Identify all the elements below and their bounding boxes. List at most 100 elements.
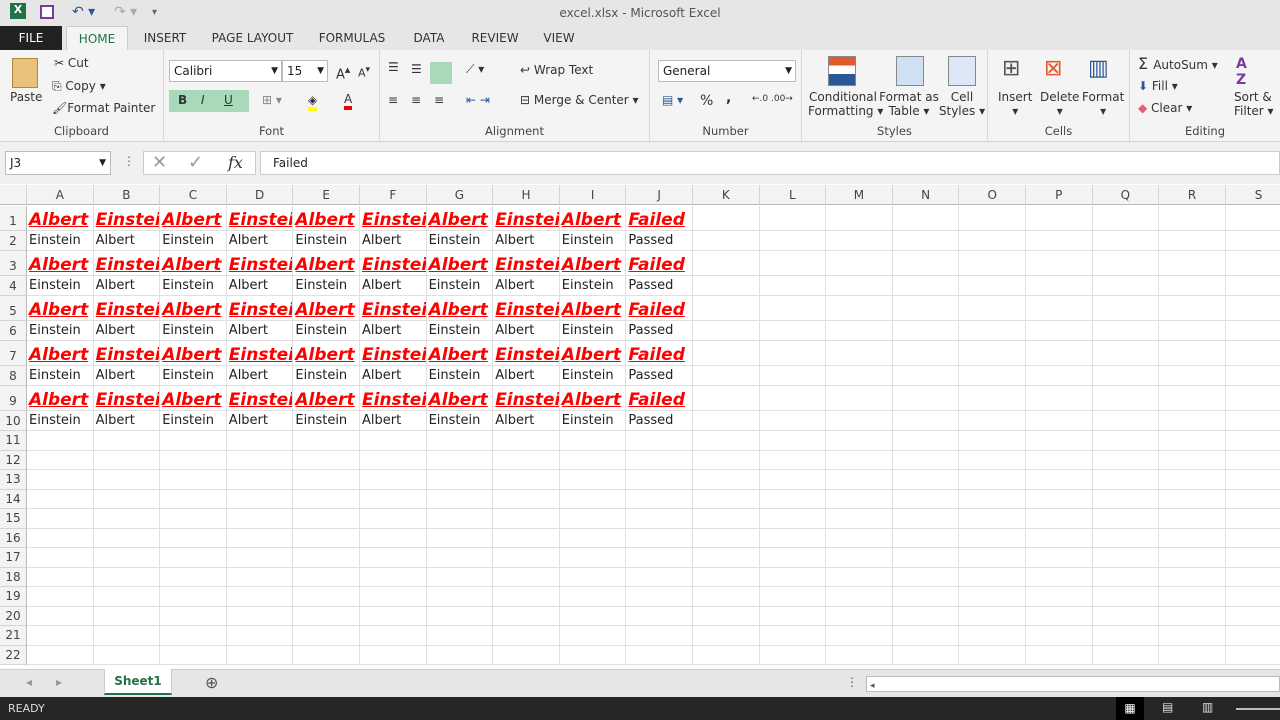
cell-Q13[interactable] bbox=[1092, 470, 1160, 490]
cell-B15[interactable] bbox=[93, 509, 161, 529]
cell-S14[interactable] bbox=[1225, 490, 1280, 509]
cell-C15[interactable] bbox=[160, 509, 227, 529]
cell-Q17[interactable] bbox=[1092, 548, 1160, 568]
sheet-tab-sheet1[interactable]: Sheet1 bbox=[104, 669, 172, 695]
cell-D12[interactable] bbox=[226, 450, 294, 470]
cell-N7[interactable] bbox=[892, 341, 960, 366]
indent-icons[interactable]: ⇤ ⇥ bbox=[466, 93, 490, 107]
cell-R17[interactable] bbox=[1159, 548, 1226, 568]
cell-O4[interactable] bbox=[959, 276, 1026, 296]
cell-G7[interactable]: Albert bbox=[426, 341, 494, 366]
cell-Q19[interactable] bbox=[1092, 587, 1160, 607]
cell-E1[interactable]: Albert bbox=[293, 206, 360, 231]
row-header-14[interactable]: 14 bbox=[0, 489, 27, 509]
cell-M22[interactable] bbox=[826, 645, 893, 665]
cell-A8[interactable]: Einstein bbox=[27, 366, 94, 386]
cell-K12[interactable] bbox=[693, 450, 760, 470]
cell-F16[interactable] bbox=[360, 528, 427, 548]
cell-P12[interactable] bbox=[1026, 450, 1093, 470]
cell-N8[interactable] bbox=[892, 366, 960, 386]
number-format-select[interactable]: General ▼ bbox=[658, 60, 796, 82]
cell-C19[interactable] bbox=[160, 587, 227, 607]
row-header-9[interactable]: 9 bbox=[0, 386, 27, 411]
cell-E14[interactable] bbox=[293, 489, 360, 509]
cell-K9[interactable] bbox=[693, 386, 760, 411]
cell-A1[interactable]: Albert bbox=[27, 206, 94, 231]
cell-P2[interactable] bbox=[1026, 231, 1093, 251]
cell-D7[interactable]: Einstein bbox=[226, 341, 294, 366]
format-button[interactable]: Format ▾ bbox=[1082, 90, 1124, 118]
cell-C6[interactable]: Einstein bbox=[160, 321, 227, 341]
cell-D15[interactable] bbox=[226, 509, 294, 529]
row-header-3[interactable]: 3 bbox=[0, 251, 27, 276]
cell-L22[interactable] bbox=[759, 645, 827, 665]
cell-O19[interactable] bbox=[959, 587, 1026, 607]
cell-C11[interactable] bbox=[160, 431, 227, 451]
cell-N5[interactable] bbox=[892, 296, 960, 321]
cell-F12[interactable] bbox=[360, 450, 427, 470]
italic-button[interactable]: I bbox=[201, 93, 205, 107]
cell-O3[interactable] bbox=[959, 251, 1026, 276]
cell-H16[interactable] bbox=[493, 528, 560, 548]
cell-J1[interactable]: Failed bbox=[626, 206, 693, 231]
cell-L15[interactable] bbox=[759, 509, 827, 529]
cell-I13[interactable] bbox=[559, 470, 627, 490]
cell-A14[interactable] bbox=[27, 489, 94, 509]
cell-F14[interactable] bbox=[360, 489, 427, 509]
cell-M19[interactable] bbox=[826, 587, 893, 607]
cell-K19[interactable] bbox=[693, 587, 760, 607]
cell-A22[interactable] bbox=[27, 645, 94, 665]
cell-O2[interactable] bbox=[959, 231, 1026, 251]
cell-Q5[interactable] bbox=[1092, 296, 1160, 321]
cell-L7[interactable] bbox=[759, 341, 827, 366]
cell-H1[interactable]: Einstein bbox=[493, 206, 560, 231]
cell-B7[interactable]: Einstein bbox=[93, 341, 161, 366]
cell-D16[interactable] bbox=[226, 528, 294, 548]
column-header-B[interactable]: B bbox=[93, 185, 161, 205]
cell-O18[interactable] bbox=[959, 567, 1026, 587]
cell-R10[interactable] bbox=[1159, 411, 1226, 431]
cell-R4[interactable] bbox=[1159, 276, 1226, 296]
normal-view-icon[interactable]: ▦ bbox=[1116, 697, 1144, 720]
cell-A3[interactable]: Albert bbox=[27, 251, 94, 276]
cell-L16[interactable] bbox=[759, 528, 827, 548]
cell-J19[interactable] bbox=[626, 587, 693, 607]
cell-E10[interactable]: Einstein bbox=[293, 411, 360, 431]
cell-F22[interactable] bbox=[360, 645, 427, 665]
cell-I6[interactable]: Einstein bbox=[559, 321, 627, 341]
cell-A18[interactable] bbox=[27, 567, 94, 587]
cell-C8[interactable]: Einstein bbox=[160, 366, 227, 386]
cell-S3[interactable] bbox=[1225, 251, 1280, 276]
cell-J20[interactable] bbox=[626, 606, 693, 626]
cell-J15[interactable] bbox=[626, 509, 693, 529]
cell-H2[interactable]: Albert bbox=[493, 231, 560, 251]
cell-L5[interactable] bbox=[759, 296, 827, 321]
cell-R16[interactable] bbox=[1159, 528, 1226, 548]
cell-H21[interactable] bbox=[493, 626, 560, 646]
cell-N9[interactable] bbox=[892, 386, 960, 411]
cell-C2[interactable]: Einstein bbox=[160, 231, 227, 251]
cell-S10[interactable] bbox=[1225, 411, 1280, 431]
cell-S15[interactable] bbox=[1225, 509, 1280, 529]
insert-function-icon[interactable]: fx bbox=[228, 153, 243, 172]
cell-M11[interactable] bbox=[826, 431, 893, 451]
cell-F2[interactable]: Albert bbox=[360, 231, 427, 251]
column-header-S[interactable]: S bbox=[1225, 185, 1280, 205]
cell-G13[interactable] bbox=[426, 470, 494, 490]
cell-I5[interactable]: Albert bbox=[559, 296, 627, 321]
cell-H22[interactable] bbox=[493, 645, 560, 665]
cell-E8[interactable]: Einstein bbox=[293, 366, 360, 386]
cell-I4[interactable]: Einstein bbox=[559, 276, 627, 296]
cell-D1[interactable]: Einstein bbox=[226, 206, 294, 231]
cell-N20[interactable] bbox=[892, 606, 960, 626]
cell-J11[interactable] bbox=[626, 431, 693, 451]
cell-R3[interactable] bbox=[1159, 251, 1226, 276]
cell-M18[interactable] bbox=[826, 567, 893, 587]
cell-G17[interactable] bbox=[426, 548, 494, 568]
cell-L14[interactable] bbox=[759, 489, 827, 509]
cell-B12[interactable] bbox=[93, 450, 161, 470]
cell-A2[interactable]: Einstein bbox=[27, 231, 94, 251]
cell-B4[interactable]: Albert bbox=[93, 276, 161, 296]
cancel-icon[interactable]: ✕ bbox=[152, 152, 167, 173]
row-header-4[interactable]: 4 bbox=[0, 276, 27, 296]
